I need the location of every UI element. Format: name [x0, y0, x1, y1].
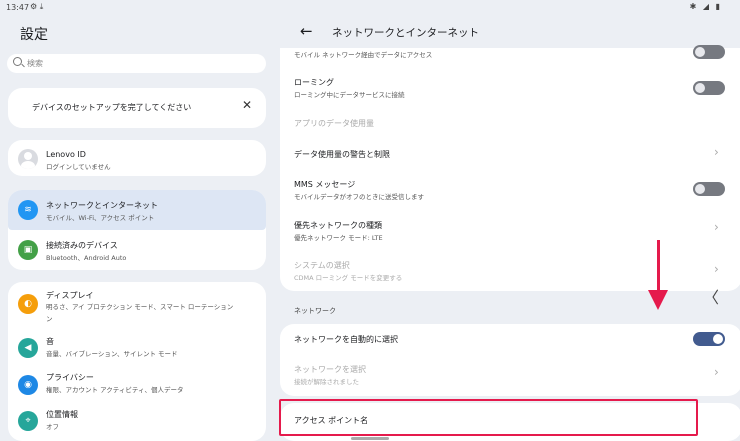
- search-icon: [13, 57, 22, 66]
- auto-select-network-row[interactable]: ネットワークを自動的に選択: [294, 334, 714, 346]
- row-title: システムの選択: [294, 261, 350, 270]
- connectivity-group: ≋ ネットワークとインターネット モバイル、Wi-Fi、アクセス ポイント ▣ …: [8, 190, 266, 270]
- gesture-nav-handle[interactable]: [351, 437, 389, 440]
- status-time: 13:47: [6, 3, 30, 12]
- sidebar-item-sublabel: Bluetooth、Android Auto: [46, 254, 127, 262]
- sidebar-item-label: 接続済みのデバイス: [46, 241, 118, 250]
- row-title: アプリのデータ使用量: [294, 119, 374, 128]
- chevron-right-icon: ›: [714, 220, 719, 234]
- sidebar-item-sublabel: 音量、バイブレーション、サイレント モード: [46, 350, 178, 358]
- search-input[interactable]: 検索: [7, 54, 266, 73]
- lenovo-id-title: Lenovo ID: [46, 150, 86, 159]
- top-app-bar: ← ネットワークとインターネット: [272, 16, 740, 48]
- auto-select-network-toggle[interactable]: [693, 332, 725, 346]
- pointer-arrow-shaft: [657, 240, 660, 292]
- mobile-data-toggle[interactable]: [693, 45, 725, 59]
- system-select-row[interactable]: システムの選択 CDMA ローミング モードを変更する: [294, 260, 714, 284]
- sidebar-item-privacy[interactable]: ◉ プライバシー 権限、アカウント アクティビティ、個人データ: [8, 368, 266, 404]
- back-arrow-icon[interactable]: ←: [300, 22, 313, 40]
- choose-network-row[interactable]: ネットワークを選択 接続が解除されました: [294, 364, 714, 388]
- sidebar-item-sublabel: オフ: [46, 423, 59, 431]
- detail-pane: ← ネットワークとインターネット モバイル ネットワーク経由でデータにアクセス …: [272, 16, 740, 441]
- detail-title: ネットワークとインターネット: [332, 27, 479, 39]
- row-subtitle: 優先ネットワーク モード: LTE: [294, 234, 383, 242]
- sidebar-item-location[interactable]: ⌖ 位置情報 オフ: [8, 404, 266, 441]
- section-header-network: ネットワーク: [294, 307, 336, 315]
- data-warning-limit-row[interactable]: データ使用量の警告と制限: [294, 149, 714, 161]
- row-subtitle: モバイルデータがオフのときに送受信します: [294, 193, 424, 201]
- sound-icon: ◀: [18, 338, 38, 358]
- roaming-row[interactable]: ローミング ローミング中にデータサービスに接続: [294, 77, 714, 101]
- mms-row[interactable]: MMS メッセージ モバイルデータがオフのときに送受信します: [294, 179, 714, 203]
- sidebar-item-sound[interactable]: ◀ 音 音量、バイブレーション、サイレント モード: [8, 332, 266, 368]
- setup-text: デバイスのセットアップを完了してください: [32, 103, 192, 112]
- sidebar-item-sublabel: 明るさ、アイ プロテクション モード、スマート ローテーション: [46, 303, 234, 311]
- mobile-data-row[interactable]: モバイル ネットワーク経由でデータにアクセス: [294, 48, 714, 60]
- chevron-right-icon: ›: [714, 145, 719, 159]
- row-title: 優先ネットワークの種類: [294, 221, 382, 230]
- setup-suggestion-card[interactable]: デバイスのセットアップを完了してください ✕: [8, 88, 266, 128]
- pointer-arrow-head: [648, 290, 668, 310]
- status-bar: 13:47 ⚙ ⤓ ✱ ◢ ▮: [0, 0, 740, 16]
- app-data-usage-row[interactable]: アプリのデータ使用量: [294, 118, 714, 130]
- sidebar-item-label: ネットワークとインターネット: [46, 201, 158, 210]
- display-icon: ◐: [18, 294, 38, 314]
- row-subtitle: ローミング中にデータサービスに接続: [294, 91, 405, 99]
- close-icon[interactable]: ✕: [242, 98, 252, 112]
- sidebar-item-label: プライバシー: [46, 373, 94, 382]
- device-group: ◐ ディスプレイ 明るさ、アイ プロテクション モード、スマート ローテーション…: [8, 282, 266, 441]
- connected-devices-icon: ▣: [18, 240, 38, 260]
- sidebar-item-connected-devices[interactable]: ▣ 接続済みのデバイス Bluetooth、Android Auto: [8, 230, 266, 270]
- row-title: データ使用量の警告と制限: [294, 150, 390, 159]
- sidebar-item-label: ディスプレイ: [46, 291, 94, 300]
- privacy-icon: ◉: [18, 375, 38, 395]
- roaming-toggle[interactable]: [693, 81, 725, 95]
- avatar: [18, 149, 38, 169]
- side-panel-chevron-icon[interactable]: 〈: [703, 284, 719, 308]
- highlight-box: [279, 399, 698, 436]
- row-title: ローミング: [294, 78, 334, 87]
- lenovo-id-item[interactable]: Lenovo ID ログインしていません: [8, 140, 266, 176]
- lenovo-id-subtitle: ログインしていません: [46, 163, 111, 171]
- search-placeholder: 検索: [27, 59, 43, 68]
- sidebar-item-label: 位置情報: [46, 410, 78, 419]
- sidebar-item-sublabel: 権限、アカウント アクティビティ、個人データ: [46, 386, 184, 394]
- row-subtitle: 接続が解除されました: [294, 378, 359, 386]
- status-right-icons: ✱ ◢ ▮: [689, 2, 722, 11]
- mobile-network-settings-card: モバイル ネットワーク経由でデータにアクセス ローミング ローミング中にデータサ…: [280, 45, 740, 291]
- page-title: 設定: [20, 27, 48, 43]
- settings-sidebar: 設定 検索 デバイスのセットアップを完了してください ✕ Lenovo ID ロ…: [0, 16, 272, 441]
- chevron-right-icon: ›: [714, 365, 719, 379]
- sidebar-item-network[interactable]: ≋ ネットワークとインターネット モバイル、Wi-Fi、アクセス ポイント: [8, 190, 266, 230]
- row-title: MMS メッセージ: [294, 180, 356, 189]
- network-selection-card: ネットワークを自動的に選択 ネットワークを選択 接続が解除されました ›: [280, 324, 740, 396]
- preferred-network-row[interactable]: 優先ネットワークの種類 優先ネットワーク モード: LTE: [294, 220, 714, 244]
- row-title: ネットワークを選択: [294, 365, 366, 374]
- status-left-icons: ⚙ ⤓: [30, 2, 44, 11]
- row-subtitle: CDMA ローミング モードを変更する: [294, 274, 403, 282]
- sidebar-item-label: 音: [46, 337, 54, 346]
- row-title: ネットワークを自動的に選択: [294, 335, 398, 344]
- sidebar-item-sublabel-cont: ン: [46, 315, 53, 323]
- location-icon: ⌖: [18, 411, 38, 431]
- sidebar-item-sublabel: モバイル、Wi-Fi、アクセス ポイント: [46, 214, 155, 222]
- mms-toggle[interactable]: [693, 182, 725, 196]
- chevron-right-icon: ›: [714, 262, 719, 276]
- row-subtitle: モバイル ネットワーク経由でデータにアクセス: [294, 51, 433, 59]
- wifi-icon: ≋: [18, 200, 38, 220]
- sidebar-item-display[interactable]: ◐ ディスプレイ 明るさ、アイ プロテクション モード、スマート ローテーション…: [8, 282, 266, 332]
